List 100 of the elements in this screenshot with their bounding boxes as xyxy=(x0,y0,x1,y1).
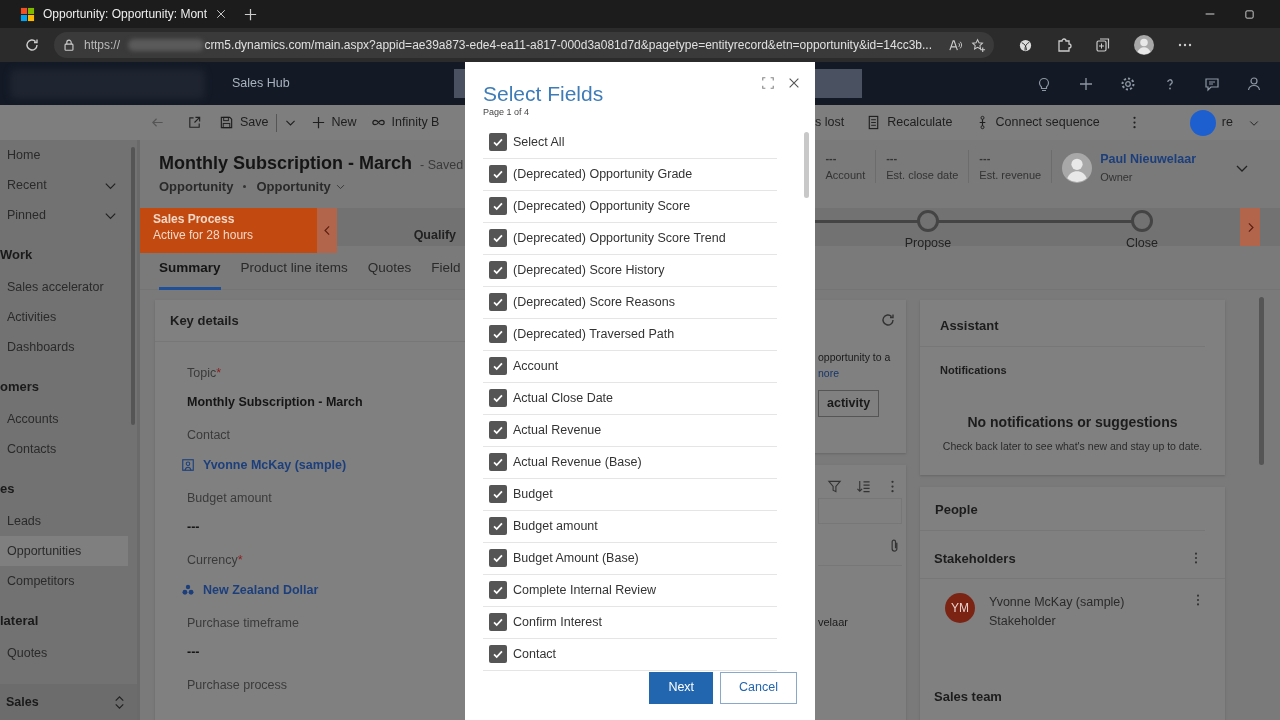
nav-item[interactable]: Pinned xyxy=(0,200,128,230)
command-button[interactable]: Recalculate xyxy=(859,107,960,138)
stage-label[interactable]: Qualify xyxy=(413,226,456,245)
area-switcher[interactable]: Sales xyxy=(0,684,137,720)
new-icon[interactable] xyxy=(1078,75,1094,92)
next-button[interactable]: Next xyxy=(649,671,714,704)
checkbox-row[interactable]: Account xyxy=(483,350,777,383)
command-button[interactable]: re xyxy=(1219,107,1240,138)
command-button[interactable]: Infinity B xyxy=(363,107,447,138)
owner-avatar-icon[interactable] xyxy=(1062,152,1093,183)
maximize-icon[interactable] xyxy=(1243,7,1256,21)
browser-tab[interactable]: Opportunity: Opportunity: Mont xyxy=(0,0,236,28)
lookup-link[interactable]: Yvonne McKay (sample) xyxy=(203,455,347,475)
checkbox[interactable] xyxy=(489,293,507,311)
open-in-window-icon[interactable] xyxy=(187,115,202,130)
command-button[interactable]: s lost xyxy=(815,107,852,138)
command-button[interactable]: New xyxy=(303,107,364,138)
form-tab[interactable]: Product line items xyxy=(240,258,348,290)
form-tab[interactable]: Field xyxy=(431,258,461,290)
profile-avatar-icon[interactable] xyxy=(1134,35,1154,55)
scrollbar[interactable] xyxy=(1259,297,1264,465)
checkbox-row[interactable]: Select All xyxy=(483,126,777,159)
activity-button[interactable]: activity xyxy=(818,389,880,417)
form-tab[interactable]: Summary xyxy=(159,258,221,290)
lightbulb-icon[interactable] xyxy=(1036,75,1052,92)
nav-item[interactable]: Leads xyxy=(0,506,128,536)
nav-item[interactable]: Sales accelerator xyxy=(0,272,128,302)
app-title[interactable]: Sales Hub xyxy=(232,74,290,93)
checkbox[interactable] xyxy=(489,389,507,407)
person-icon[interactable] xyxy=(1246,75,1262,92)
command-button[interactable]: Save xyxy=(212,107,276,138)
checkbox[interactable] xyxy=(489,261,507,279)
checkbox-row[interactable]: Contact xyxy=(483,638,777,671)
checkbox-row[interactable]: Budget xyxy=(483,478,777,511)
command-button[interactable]: Connect sequence xyxy=(967,107,1107,138)
nav-item[interactable]: Competitors xyxy=(0,566,128,596)
close-icon[interactable] xyxy=(787,76,801,90)
form-selector[interactable]: Opportunity xyxy=(256,177,331,197)
sort-icon[interactable] xyxy=(856,479,871,494)
checkbox[interactable] xyxy=(489,229,507,247)
checkbox-row[interactable]: (Deprecated) Score Reasons xyxy=(483,286,777,319)
owner-name[interactable]: Paul Nieuwelaar xyxy=(1100,150,1196,169)
checkbox[interactable] xyxy=(489,165,507,183)
nav-item[interactable]: Contacts xyxy=(0,434,128,464)
field-label: Est. revenue xyxy=(979,167,1042,183)
nav-item[interactable]: Quotes xyxy=(0,638,128,668)
checkbox[interactable] xyxy=(489,325,507,343)
checkbox[interactable] xyxy=(489,645,507,663)
nav-item[interactable]: Dashboards xyxy=(0,332,128,362)
expand-icon[interactable] xyxy=(761,76,775,90)
nav-item[interactable]: Recent xyxy=(0,170,128,200)
checkbox[interactable] xyxy=(489,421,507,439)
filter-icon[interactable] xyxy=(827,479,842,494)
new-tab-icon[interactable] xyxy=(243,6,259,22)
extension-ball-icon[interactable] xyxy=(1018,37,1033,53)
checkbox-row[interactable]: Actual Revenue xyxy=(483,414,777,447)
extensions-icon[interactable] xyxy=(1056,37,1072,53)
checkbox-row[interactable]: Confirm Interest xyxy=(483,606,777,639)
address-bar[interactable]: https:// crm5.dynamics.com/main.aspx?appid=ae39a873-ede4-ea11-a817-000d3a081d7d&pagetype=entityrecord&etn=opportunity&id=14cc3b... xyxy=(54,32,994,58)
favorite-star-icon[interactable] xyxy=(971,37,986,53)
checkbox-row[interactable]: Actual Revenue (Base) xyxy=(483,446,777,479)
checkbox[interactable] xyxy=(489,549,507,567)
stakeholder-name[interactable]: Yvonne McKay (sample) xyxy=(989,593,1177,612)
checkbox-row[interactable]: (Deprecated) Opportunity Grade xyxy=(483,158,777,191)
checkbox[interactable] xyxy=(489,485,507,503)
scrollbar[interactable] xyxy=(804,132,809,198)
checkbox[interactable] xyxy=(489,133,507,151)
learn-more-link[interactable]: nore xyxy=(818,365,902,382)
checkbox[interactable] xyxy=(489,613,507,631)
refresh-icon[interactable] xyxy=(24,37,40,53)
nav-item[interactable]: Home xyxy=(0,140,128,170)
cancel-button[interactable]: Cancel xyxy=(720,671,797,704)
checkbox-row[interactable]: (Deprecated) Opportunity Score xyxy=(483,190,777,223)
checkbox[interactable] xyxy=(489,581,507,599)
checkbox[interactable] xyxy=(489,197,507,215)
stage-label[interactable]: Propose xyxy=(904,234,952,253)
checkbox-row[interactable]: Complete Internal Review xyxy=(483,574,777,607)
collections-icon[interactable] xyxy=(1095,37,1111,53)
process-stage-panel[interactable]: Sales Process Active for 28 hours xyxy=(140,208,317,253)
settings-icon[interactable] xyxy=(1120,75,1136,92)
checkbox[interactable] xyxy=(489,517,507,535)
nav-item[interactable]: Accounts xyxy=(0,404,128,434)
empty-state-title: No notifications or suggestions xyxy=(966,413,1179,432)
page-indicator: Page 1 of 4 xyxy=(483,106,531,119)
lookup-link[interactable]: New Zealand Dollar xyxy=(203,580,319,600)
nav-item[interactable]: Opportunities xyxy=(0,536,128,566)
checkbox-row[interactable]: Budget amount xyxy=(483,510,777,543)
form-tab[interactable]: Quotes xyxy=(367,258,412,290)
checkbox[interactable] xyxy=(489,357,507,375)
checkbox-row[interactable]: (Deprecated) Traversed Path xyxy=(483,318,777,351)
read-aloud-icon[interactable] xyxy=(948,37,963,53)
close-icon[interactable] xyxy=(215,8,228,20)
checkbox-row[interactable]: Actual Close Date xyxy=(483,382,777,415)
chat-icon[interactable] xyxy=(1204,75,1220,92)
stage-label[interactable]: Close xyxy=(1126,234,1158,253)
checkbox-row[interactable]: (Deprecated) Score History xyxy=(483,254,777,287)
checkbox[interactable] xyxy=(489,453,507,471)
checkbox-row[interactable]: (Deprecated) Opportunity Score Trend xyxy=(483,222,777,255)
checkbox-row[interactable]: Budget Amount (Base) xyxy=(483,542,777,575)
nav-item[interactable]: Activities xyxy=(0,302,128,332)
